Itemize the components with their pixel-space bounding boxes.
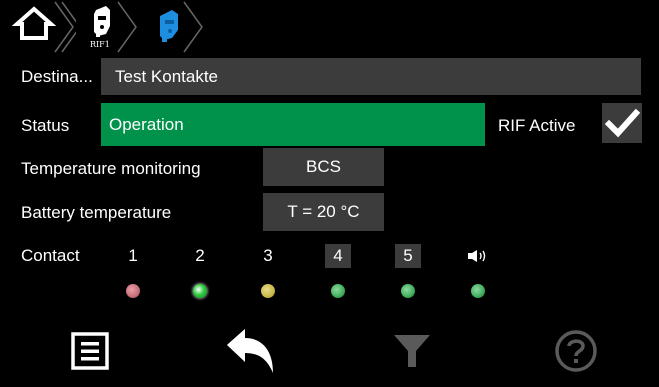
contact-led-5 [401, 284, 415, 298]
contact-led-1 [126, 284, 140, 298]
home-icon [11, 6, 57, 40]
help-button[interactable] [516, 314, 636, 387]
status-label: Status [21, 116, 70, 135]
contact-led-4 [331, 284, 345, 298]
status-field: Operation [101, 103, 485, 146]
rif-active-checkbox[interactable] [602, 103, 642, 143]
battery-temperature-label: Battery temperature [21, 203, 172, 222]
bottom-toolbar [0, 314, 659, 387]
destination-label: Destina... [21, 67, 93, 86]
temperature-monitoring-button[interactable]: BCS [263, 148, 384, 186]
breadcrumb-home[interactable] [0, 0, 76, 56]
breadcrumb: RIF1 [0, 0, 659, 56]
contact-number-4[interactable]: 4 [325, 244, 351, 268]
breadcrumb-item-current[interactable] [140, 0, 204, 56]
menu-button[interactable] [30, 314, 150, 387]
contact-number-5[interactable]: 5 [395, 244, 421, 268]
contact-number-3: 3 [263, 246, 273, 265]
filter-button[interactable] [352, 314, 472, 387]
status-value: Operation [109, 114, 184, 134]
contact-number-2: 2 [195, 246, 205, 265]
menu-icon [71, 331, 109, 370]
device-white-icon [94, 6, 110, 37]
destination-field[interactable]: Test Kontakte [101, 58, 641, 95]
destination-value: Test Kontakte [115, 66, 219, 86]
help-icon [555, 329, 597, 372]
speaker-led [471, 284, 485, 298]
rif-active-label: RIF Active [498, 116, 576, 135]
contact-led-3 [261, 284, 275, 298]
breadcrumb-item-label: RIF1 [90, 40, 110, 49]
back-icon [227, 328, 273, 373]
temperature-monitoring-value: BCS [306, 157, 341, 176]
filter-icon [394, 334, 430, 367]
speaker-icon [463, 244, 493, 268]
breadcrumb-item-rif1[interactable]: RIF1 [76, 0, 140, 56]
battery-temperature-value-box: T = 20 °C [263, 193, 384, 231]
back-button[interactable] [192, 314, 312, 387]
contact-number-1: 1 [128, 246, 138, 265]
temperature-monitoring-label: Temperature monitoring [21, 159, 201, 178]
contact-led-2 [193, 284, 207, 298]
device-blue-icon [160, 10, 178, 42]
contact-label: Contact [21, 246, 80, 265]
checkmark-icon [604, 108, 641, 138]
battery-temperature-value: T = 20 °C [287, 202, 360, 221]
